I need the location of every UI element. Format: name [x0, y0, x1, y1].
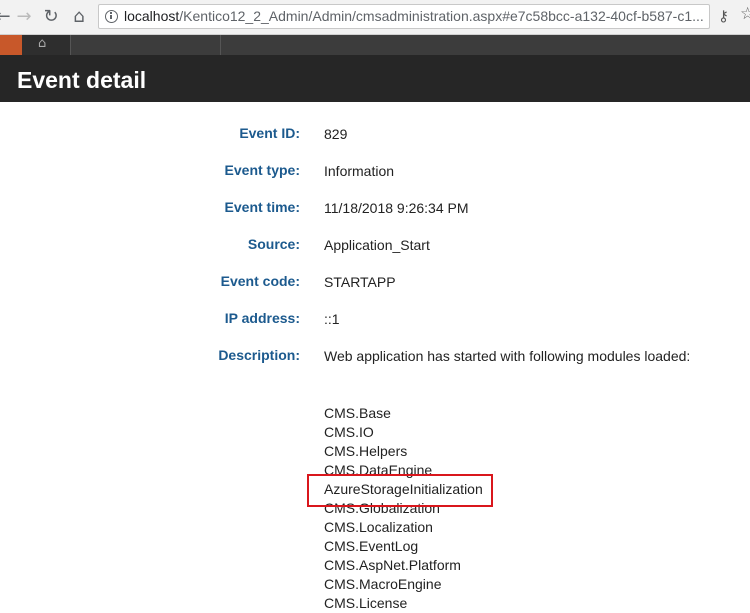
list-item: CMS.AspNet.Platform [324, 557, 461, 573]
module-list: CMS.Base CMS.IO CMS.Helpers CMS.DataEngi… [324, 404, 483, 613]
home-icon[interactable]: ⌂ [68, 6, 90, 28]
event-type-label: Event type: [224, 162, 300, 178]
star-icon[interactable]: ☆ [740, 4, 750, 24]
url-path: /Kentico12_2_Admin/Admin/cmsadministrati… [179, 8, 704, 24]
list-item: CMS.Base [324, 405, 391, 421]
key-icon[interactable]: ⚷ [718, 7, 729, 25]
event-id-value: 829 [324, 126, 348, 142]
highlight-annotation [307, 474, 493, 507]
divider [220, 35, 221, 55]
list-item: CMS.EventLog [324, 538, 419, 554]
browser-toolbar: ← → ↻ ⌂ localhost/Kentico12_2_Admin/Admi… [0, 0, 750, 35]
event-code-label: Event code: [220, 273, 300, 289]
list-item: CMS.License [324, 595, 408, 611]
list-item: CMS.Localization [324, 519, 433, 535]
source-label: Source: [247, 236, 300, 252]
event-id-label: Event ID: [239, 125, 300, 141]
event-type-value: Information [324, 163, 395, 179]
forward-arrow-icon[interactable]: → [13, 6, 35, 28]
app-menu-button[interactable] [0, 35, 22, 55]
description-label: Description: [218, 347, 300, 363]
ip-address-label: IP address: [224, 310, 300, 326]
event-time-label: Event time: [224, 199, 300, 215]
admin-home-icon: ⌂ [38, 36, 47, 51]
url-host: localhost [124, 8, 180, 24]
page-header: Event detail [0, 55, 750, 102]
list-item: CMS.MacroEngine [324, 576, 442, 592]
reload-icon[interactable]: ↻ [40, 6, 62, 28]
ip-address-value: ::1 [324, 311, 340, 327]
admin-toolbar: ⌂ [0, 35, 750, 55]
info-icon[interactable] [105, 10, 118, 23]
list-item: CMS.IO [324, 424, 374, 440]
page-title: Event detail [17, 67, 147, 93]
admin-home-button[interactable]: ⌂ [22, 35, 71, 55]
event-time-value: 11/18/2018 9:26:34 PM [324, 200, 469, 216]
url-text: localhost/Kentico12_2_Admin/Admin/cmsadm… [124, 8, 704, 24]
address-bar[interactable]: localhost/Kentico12_2_Admin/Admin/cmsadm… [98, 4, 710, 29]
back-arrow-icon[interactable]: ← [0, 6, 14, 28]
source-value: Application_Start [324, 237, 430, 253]
list-item: CMS.Helpers [324, 443, 408, 459]
description-value: Web application has started with followi… [324, 348, 691, 364]
event-code-value: STARTAPP [324, 274, 396, 290]
